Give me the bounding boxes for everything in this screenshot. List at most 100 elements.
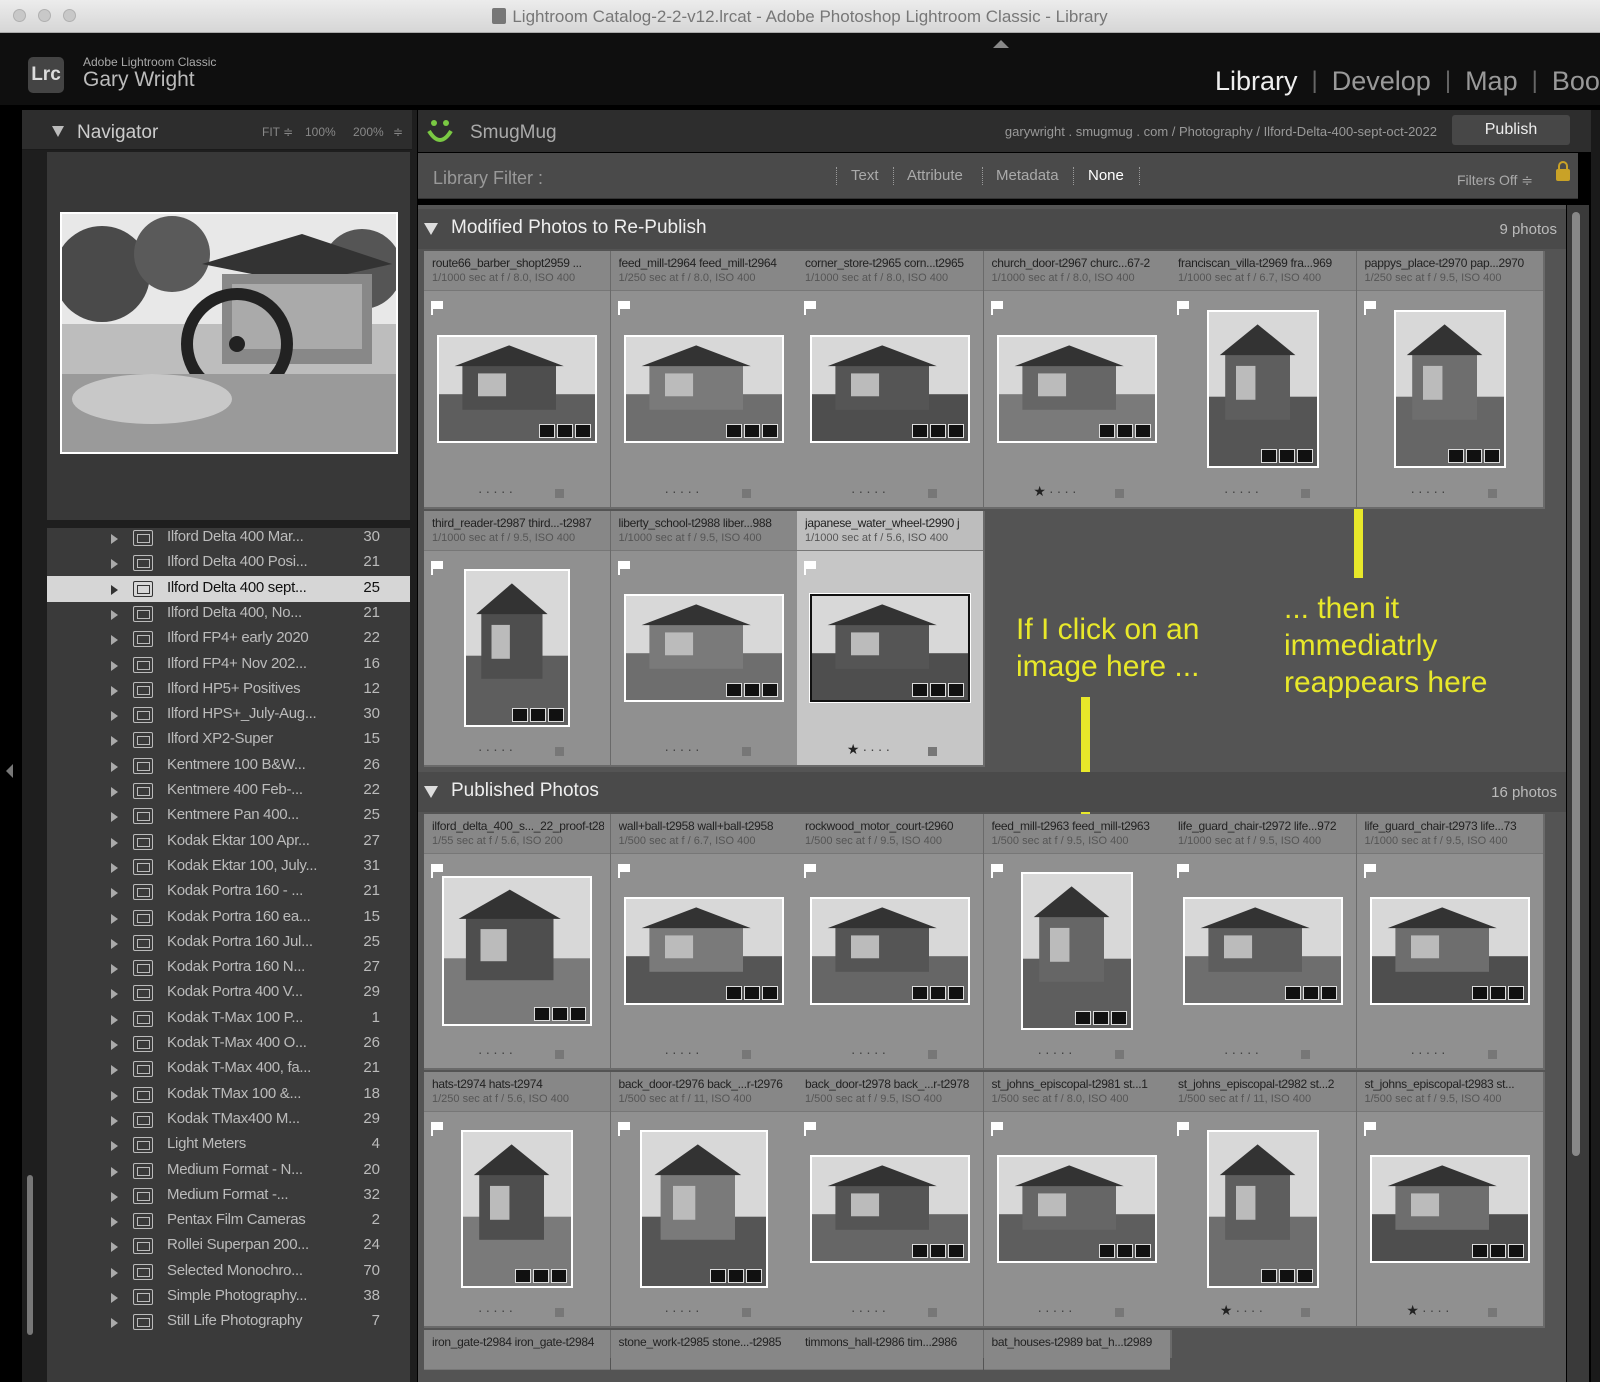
star-icon[interactable]: · <box>882 483 890 499</box>
flag-icon[interactable] <box>804 561 816 575</box>
metadata-badge-icon[interactable] <box>948 986 964 1000</box>
photo-thumbnail[interactable] <box>1369 897 1530 1005</box>
metadata-badge-icon[interactable] <box>727 1269 744 1283</box>
expand-triangle-icon[interactable] <box>111 559 118 570</box>
metadata-badge-icon[interactable] <box>575 424 591 438</box>
photo-cell[interactable]: back_door-t2978 back_...r-t2978 1/500 sec… <box>797 1072 985 1328</box>
photo-thumbnail[interactable] <box>639 1130 768 1288</box>
photo-thumbnail[interactable] <box>996 1155 1157 1263</box>
collection-item[interactable]: Ilford FP4+ early 2020 22 <box>47 626 410 652</box>
collection-item[interactable]: Pentax Film Cameras 2 <box>47 1208 410 1234</box>
metadata-badge-icon[interactable] <box>548 708 564 722</box>
star-icon[interactable]: · <box>1045 1044 1053 1060</box>
metadata-badge-icon[interactable] <box>1447 449 1464 463</box>
star-icon[interactable]: · <box>1255 1044 1263 1060</box>
expand-triangle-icon[interactable] <box>111 1217 118 1228</box>
filter-attribute[interactable]: Attribute <box>907 167 963 184</box>
star-rating[interactable]: ····· <box>1357 483 1543 499</box>
star-rating[interactable]: ····· <box>611 1302 797 1318</box>
zoom-menu-icon[interactable]: ≑ <box>393 125 403 139</box>
expand-triangle-icon[interactable] <box>111 711 118 722</box>
metadata-badge-icon[interactable] <box>1116 424 1133 438</box>
photo-cell[interactable]: life_guard_chair-t2973 life...73 1/1000 s… <box>1356 814 1545 1070</box>
star-icon[interactable]: · <box>1072 483 1080 499</box>
star-icon[interactable]: · <box>1247 1044 1255 1060</box>
metadata-badge-icon[interactable] <box>1261 449 1277 463</box>
filter-metadata[interactable]: Metadata <box>996 167 1059 184</box>
star-icon[interactable]: · <box>509 741 517 757</box>
flag-icon[interactable] <box>1363 1122 1376 1136</box>
star-rating[interactable]: ····· <box>797 1044 983 1060</box>
collection-item[interactable]: Kodak Portra 400 V... 29 <box>47 980 410 1006</box>
star-icon[interactable]: · <box>1255 483 1263 499</box>
star-rating[interactable]: ····· <box>611 483 797 499</box>
star-icon[interactable]: · <box>1239 483 1247 499</box>
photo-cell[interactable]: st_johns_episcopal-t2983 st... 1/500 sec … <box>1356 1072 1545 1328</box>
collection-item[interactable]: Kodak TMax 100 &... 18 <box>47 1082 410 1108</box>
collection-item[interactable]: Kentmere Pan 400... 25 <box>47 803 410 829</box>
flag-icon[interactable] <box>990 301 1003 315</box>
flag-icon[interactable] <box>617 561 630 575</box>
metadata-badge-icon[interactable] <box>743 986 760 1000</box>
star-rating[interactable]: ····· <box>797 1302 983 1318</box>
photo-cell[interactable]: third_reader-t2987 third...-t2987 1/1000 … <box>424 511 612 767</box>
metadata-badge-icon[interactable] <box>1465 449 1482 463</box>
star-icon[interactable]: · <box>1239 1044 1247 1060</box>
metadata-badge-icon[interactable] <box>912 683 928 697</box>
star-icon[interactable]: · <box>866 483 874 499</box>
star-icon[interactable]: · <box>1037 1302 1045 1318</box>
flag-icon[interactable] <box>431 561 443 575</box>
star-rating[interactable]: ····· <box>424 1302 610 1318</box>
star-rating[interactable]: ····· <box>1170 1044 1356 1060</box>
flag-icon[interactable] <box>617 301 630 315</box>
flag-icon[interactable] <box>804 1122 816 1136</box>
star-icon[interactable]: · <box>1247 483 1255 499</box>
metadata-badge-icon[interactable] <box>551 1269 567 1283</box>
publish-button[interactable]: Publish <box>1452 115 1570 145</box>
star-icon[interactable]: · <box>1064 483 1072 499</box>
flag-icon[interactable] <box>1177 1122 1189 1136</box>
star-icon[interactable]: · <box>695 1302 703 1318</box>
expand-triangle-icon[interactable] <box>111 964 118 975</box>
expand-triangle-icon[interactable] <box>111 888 118 899</box>
star-icon[interactable]: · <box>874 483 882 499</box>
star-icon[interactable]: · <box>1231 483 1239 499</box>
star-icon[interactable]: · <box>485 1302 493 1318</box>
star-icon[interactable]: · <box>874 1302 882 1318</box>
metadata-badge-icon[interactable] <box>1279 449 1295 463</box>
disclosure-triangle-icon[interactable] <box>424 223 438 235</box>
collapse-left-panel-icon[interactable] <box>6 764 13 778</box>
star-rating[interactable]: ★···· <box>1357 1302 1543 1319</box>
star-icon[interactable]: · <box>858 483 866 499</box>
metadata-badge-icon[interactable] <box>761 986 778 1000</box>
metadata-badge-icon[interactable] <box>1489 1244 1506 1258</box>
zoom-200[interactable]: 200% <box>353 125 384 139</box>
star-icon[interactable]: · <box>1441 1044 1449 1060</box>
star-icon[interactable]: · <box>672 1302 680 1318</box>
star-icon[interactable]: · <box>664 483 672 499</box>
photo-cell[interactable]: wall+ball-t2958 wall+ball-t2958 1/500 sec… <box>610 814 799 1070</box>
photo-cell[interactable]: st_johns_episcopal-t2982 st...2 1/500 sec… <box>1170 1072 1358 1328</box>
photo-cell[interactable]: ilford_delta_400_s..._22_proof-t28966 1/5… <box>424 814 612 1070</box>
star-rating[interactable]: ····· <box>1170 483 1356 499</box>
module-book[interactable]: Book <box>1552 66 1600 97</box>
collection-item[interactable]: Selected Monochro... 70 <box>47 1259 410 1285</box>
filter-presets-dropdown[interactable]: Filters Off ≑ <box>1457 172 1533 189</box>
star-icon[interactable]: · <box>882 1302 890 1318</box>
expand-triangle-icon[interactable] <box>111 660 118 671</box>
star-icon[interactable]: · <box>866 1044 874 1060</box>
photo-cell[interactable]: stone_work-t2985 stone...-t2985 <box>610 1330 799 1370</box>
expand-triangle-icon[interactable] <box>111 761 118 772</box>
module-map[interactable]: Map <box>1465 66 1518 97</box>
metadata-badge-icon[interactable] <box>1261 1269 1277 1283</box>
flag-icon[interactable] <box>1363 301 1376 315</box>
star-rating[interactable]: ····· <box>424 1044 610 1060</box>
zoom-100[interactable]: 100% <box>305 125 336 139</box>
expand-triangle-icon[interactable] <box>111 736 118 747</box>
star-icon[interactable]: · <box>1258 1302 1266 1318</box>
star-icon[interactable]: · <box>672 741 680 757</box>
photo-thumbnail[interactable] <box>1369 1155 1530 1263</box>
photo-cell[interactable]: rockwood_motor_court-t2960 1/500 sec at f… <box>797 814 985 1070</box>
expand-triangle-icon[interactable] <box>111 913 118 924</box>
star-rating[interactable]: ★···· <box>1170 1302 1356 1319</box>
